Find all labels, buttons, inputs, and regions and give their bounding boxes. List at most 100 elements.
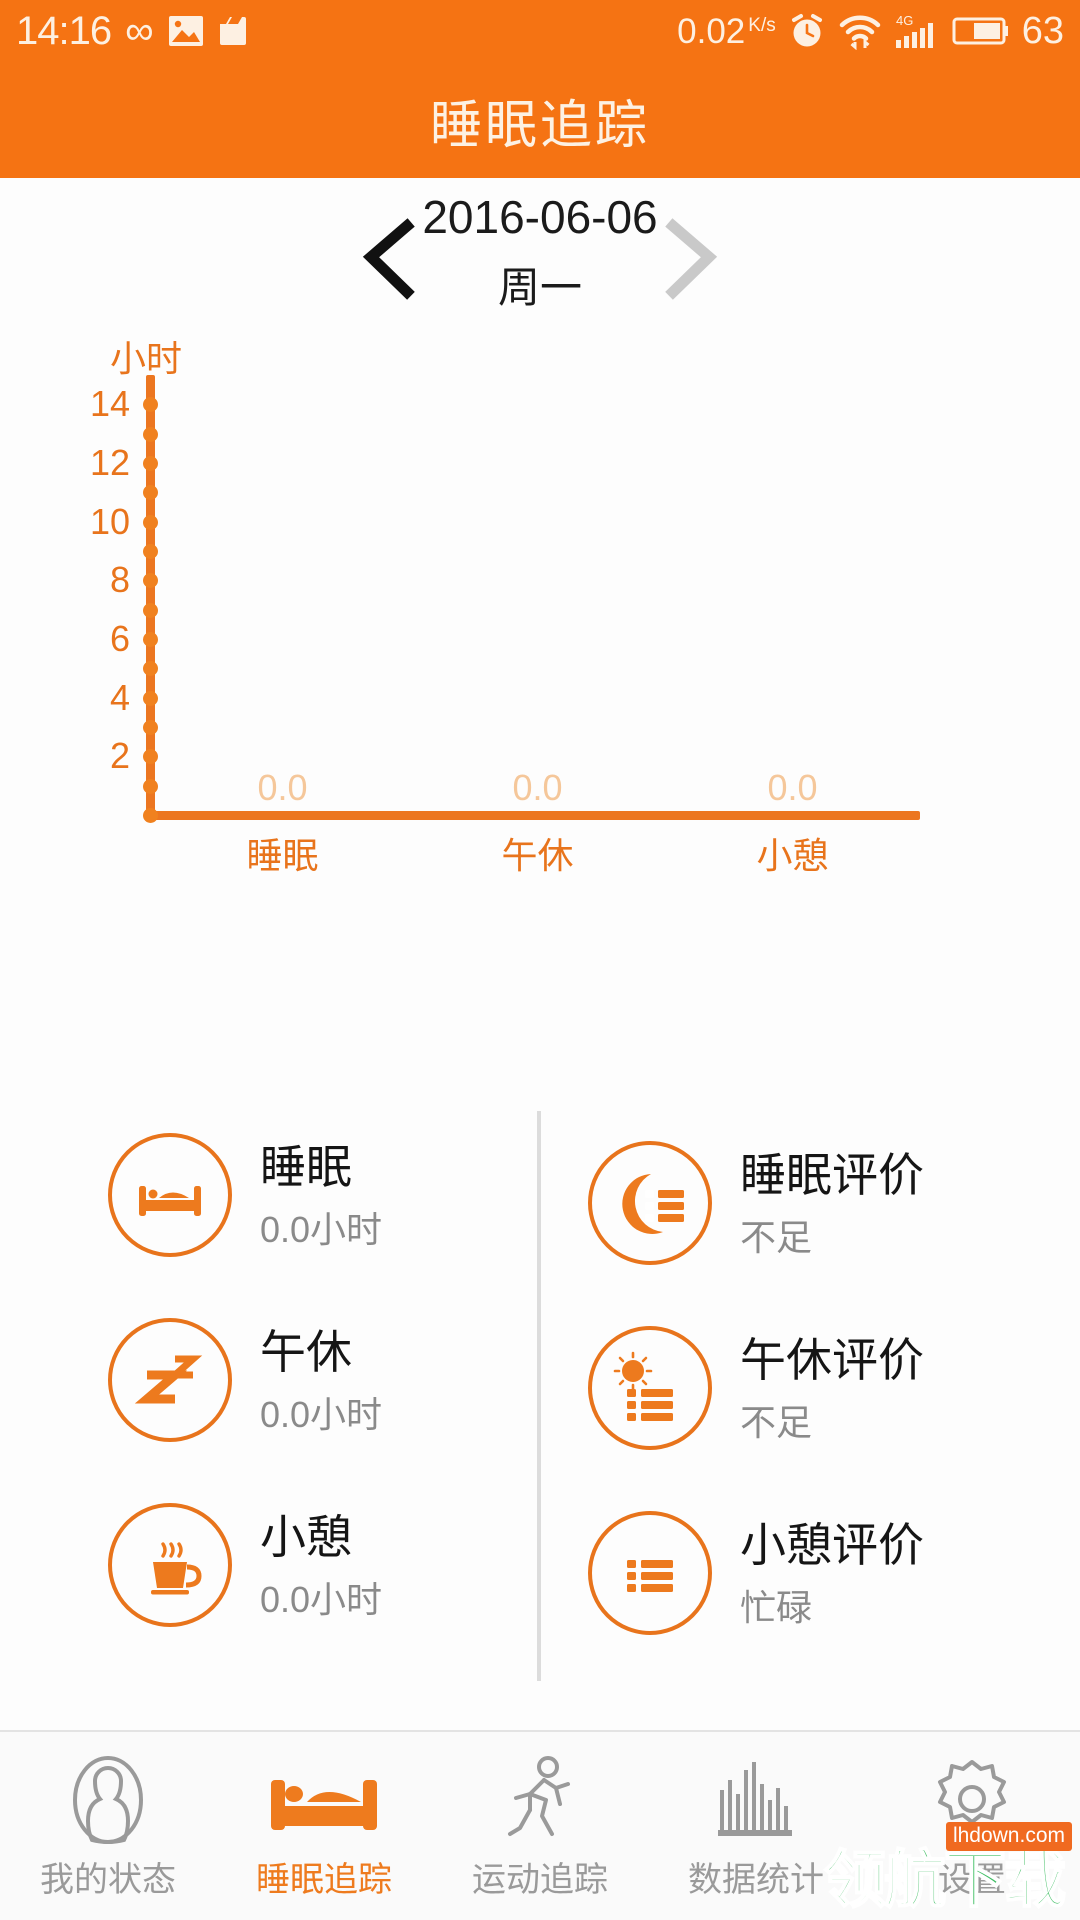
nav-item-sport-tracking[interactable]: 运动追踪 xyxy=(432,1732,648,1920)
chart-x-category-label: 睡眠 xyxy=(246,835,319,876)
chart-y-tick-dot xyxy=(143,808,158,823)
chart-y-tick-dot xyxy=(143,661,158,677)
date-block: 2016-06-06 周一 xyxy=(0,190,1080,315)
barchart-icon xyxy=(714,1754,798,1846)
nav-label: 睡眠追踪 xyxy=(256,1861,392,1899)
chart-y-tick-dot xyxy=(143,485,158,501)
chart-bar-value-label: 0.0 xyxy=(257,767,308,808)
nav-item-data-stats[interactable]: 数据统计 xyxy=(648,1732,864,1920)
chart-y-axis-label: 小时 xyxy=(110,338,183,379)
infinity-icon: ∞ xyxy=(125,9,154,53)
zzz-icon xyxy=(108,1318,232,1442)
stat-text: 小憩 0.0小时 xyxy=(260,1511,382,1619)
stat-value: 0.0小时 xyxy=(260,1578,383,1620)
chart-x-category-label: 小憩 xyxy=(756,835,829,876)
image-icon xyxy=(168,15,204,47)
battery-icon xyxy=(952,15,1008,47)
chart-y-tick-dot xyxy=(143,514,158,530)
bed-icon xyxy=(108,1133,232,1257)
bottom-navigation: 我的状态 睡眠追踪 运动追踪 数据统计 设置 xyxy=(0,1730,1080,1920)
chart-y-tick-label: 8 xyxy=(109,559,130,601)
chart-y-tick-dot xyxy=(143,690,158,706)
page-title: 睡眠追踪 xyxy=(429,96,650,155)
moon-list-icon xyxy=(588,1141,712,1265)
chart-bar-value-label: 0.0 xyxy=(767,767,818,808)
chart-y-tick-dot xyxy=(143,544,158,559)
chart-y-tick-label: 12 xyxy=(89,442,130,483)
status-time: 14:16 xyxy=(16,9,112,53)
clapperboard-icon xyxy=(218,15,248,47)
nav-label: 运动追踪 xyxy=(472,1861,608,1899)
chart-y-tick-dot xyxy=(143,602,158,618)
status-bar: 14:16 ∞ 0.02 K/s 4G 63 xyxy=(0,0,1080,62)
stat-text: 小憩评价 忙碌 xyxy=(740,1519,924,1627)
sun-list-icon xyxy=(588,1326,712,1450)
chart-y-tick-label: 10 xyxy=(89,500,130,542)
stat-text: 睡眠 0.0小时 xyxy=(260,1141,382,1249)
stat-title: 小憩评价 xyxy=(740,1518,924,1571)
signal-4g-icon: 4G xyxy=(894,12,940,50)
nav-label: 设置 xyxy=(938,1861,1006,1899)
status-bar-right: 0.02 K/s 4G 63 xyxy=(677,12,1064,50)
stat-value: 0.0小时 xyxy=(260,1208,383,1250)
chart-y-tick-dot xyxy=(143,456,158,471)
stat-row-sleep[interactable]: 睡眠 0.0小时 xyxy=(0,1095,540,1295)
stat-row-rest[interactable]: 小憩 0.0小时 xyxy=(0,1465,540,1665)
nav-label: 数据统计 xyxy=(688,1861,824,1899)
status-bar-left: 14:16 ∞ xyxy=(16,11,248,51)
chart-y-tick-dot xyxy=(143,632,158,647)
chart-bar-value-label: 0.0 xyxy=(512,767,563,808)
alarm-clock-icon xyxy=(788,12,826,50)
stat-value: 0.0小时 xyxy=(260,1393,383,1435)
stat-title: 午休评价 xyxy=(740,1333,924,1386)
stat-text: 睡眠评价 不足 xyxy=(740,1149,924,1257)
date-navigator: 2016-06-06 周一 xyxy=(0,178,1080,318)
nav-item-settings[interactable]: 设置 xyxy=(864,1732,1080,1920)
nav-item-sleep-tracking[interactable]: 睡眠追踪 xyxy=(216,1732,432,1920)
network-speed-unit: K/s xyxy=(748,14,776,36)
chart-y-tick-label: 14 xyxy=(89,383,130,425)
chart-y-tick-dot xyxy=(143,749,158,765)
network-speed: 0.02 K/s xyxy=(677,11,776,51)
chart-x-axis xyxy=(146,811,920,820)
sleep-tracker-screen: 14:16 ∞ 0.02 K/s 4G 63 睡眠追踪 2016-06-06 周… xyxy=(0,0,1080,1920)
current-weekday: 周一 xyxy=(497,264,582,311)
bed-icon xyxy=(265,1754,383,1846)
chart-x-category-label: 午休 xyxy=(501,835,574,876)
chart-y-tick-label: 4 xyxy=(109,676,130,718)
sleep-bar-chart: 小时 14 12 10 8 6 4 2 0.0 睡眠 0.0 午休 0.0 小憩 xyxy=(0,330,1080,876)
chart-y-tick-dot xyxy=(143,397,158,413)
nav-label: 我的状态 xyxy=(40,1861,176,1899)
stat-title: 睡眠 xyxy=(260,1140,352,1193)
svg-text:4G: 4G xyxy=(896,13,913,28)
stats-column-right: 睡眠评价 不足 午休评价 不足 小憩评价 忙碌 xyxy=(540,1095,1080,1695)
stat-row-rest-rating[interactable]: 小憩评价 忙碌 xyxy=(540,1473,1080,1673)
stat-value: 忙碌 xyxy=(740,1586,813,1628)
stat-text: 午休 0.0小时 xyxy=(260,1326,382,1434)
chart-y-tick-dot xyxy=(143,573,158,589)
stats-column-left: 睡眠 0.0小时 午休 0.0小时 小憩 0.0小时 xyxy=(0,1095,540,1695)
chart-y-tick-dot xyxy=(143,720,158,735)
current-date: 2016-06-06 xyxy=(422,191,658,243)
stat-title: 睡眠评价 xyxy=(740,1148,924,1201)
chart-y-tick-dot xyxy=(143,778,158,794)
stat-row-nap-rating[interactable]: 午休评价 不足 xyxy=(540,1288,1080,1488)
nav-item-my-status[interactable]: 我的状态 xyxy=(0,1732,216,1920)
stat-text: 午休评价 不足 xyxy=(740,1334,924,1442)
running-icon xyxy=(502,1754,578,1846)
battery-level: 63 xyxy=(1021,10,1064,52)
chart-y-tick-label: 2 xyxy=(109,735,130,777)
stat-row-sleep-rating[interactable]: 睡眠评价 不足 xyxy=(540,1103,1080,1303)
stat-title: 小憩 xyxy=(260,1510,352,1563)
chart-y-tick-dot xyxy=(143,426,158,442)
stat-title: 午休 xyxy=(260,1325,352,1378)
person-icon xyxy=(67,1754,149,1846)
stat-value: 不足 xyxy=(740,1401,813,1443)
list-icon xyxy=(588,1511,712,1635)
wifi-icon xyxy=(838,12,882,50)
stats-section: 睡眠 0.0小时 午休 0.0小时 小憩 0.0小时 睡眠评价 不足 午休评价 … xyxy=(0,1095,1080,1695)
coffee-icon xyxy=(108,1503,232,1627)
chart-y-tick-label: 6 xyxy=(109,618,130,659)
stat-row-nap[interactable]: 午休 0.0小时 xyxy=(0,1280,540,1480)
gear-icon xyxy=(929,1754,1015,1846)
